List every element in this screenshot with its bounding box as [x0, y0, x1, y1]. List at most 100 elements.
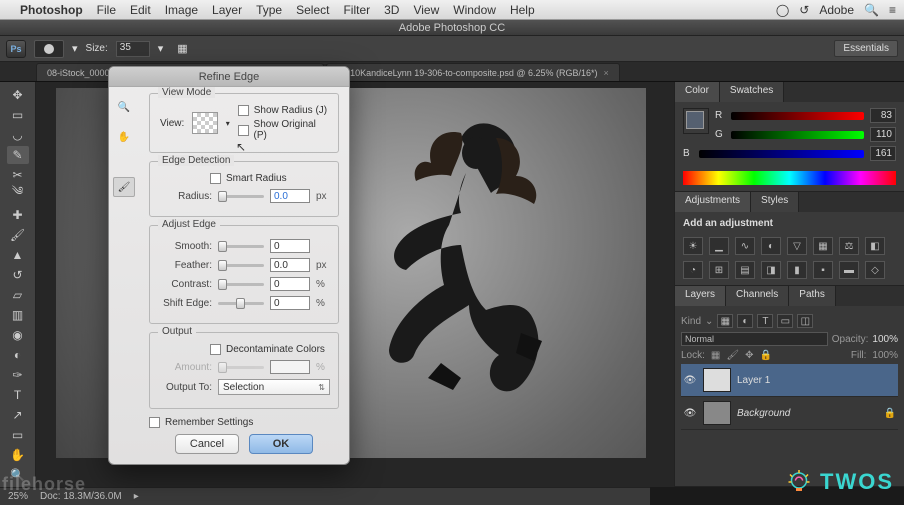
tab-layers[interactable]: Layers [675, 286, 726, 306]
levels-icon[interactable]: ▁ [709, 237, 729, 255]
filter-adj-icon[interactable]: ◐ [737, 314, 753, 328]
chevron-right-icon[interactable]: ▸ [134, 491, 139, 502]
layer-row[interactable]: 👁 Layer 1 [681, 364, 898, 397]
menu-select[interactable]: Select [296, 3, 329, 17]
filter-pixel-icon[interactable]: ▦ [717, 314, 733, 328]
type-tool-icon[interactable]: T [7, 386, 29, 404]
dodge-tool-icon[interactable]: ◐ [7, 346, 29, 364]
eyedropper-tool-icon[interactable]: ༄ [7, 186, 29, 204]
menu-help[interactable]: Help [510, 3, 535, 17]
invert-icon[interactable]: ◨ [761, 261, 781, 279]
color-lookup-icon[interactable]: ▤ [735, 261, 755, 279]
gradient-map-icon[interactable]: ▬ [839, 261, 859, 279]
smooth-input[interactable]: 0 [270, 239, 310, 253]
document-tab[interactable]: 09-10KandiceLynn 19-306-to-composite.psd… [326, 63, 620, 81]
tab-color[interactable]: Color [675, 82, 720, 102]
exposure-icon[interactable]: ◐ [761, 237, 781, 255]
curves-icon[interactable]: ∿ [735, 237, 755, 255]
g-slider[interactable] [731, 131, 864, 139]
layer-thumbnail[interactable] [703, 368, 731, 392]
menu-3d[interactable]: 3D [384, 3, 399, 17]
show-original-checkbox[interactable] [238, 125, 249, 136]
filter-smart-icon[interactable]: ◫ [797, 314, 813, 328]
tab-paths[interactable]: Paths [789, 286, 836, 306]
zoom-tool-icon[interactable]: 🔍 [113, 97, 135, 117]
radius-input[interactable]: 0.0 [270, 189, 310, 203]
opacity-value[interactable]: 100% [872, 334, 898, 345]
sync-icon[interactable]: ↺ [799, 3, 809, 17]
menu-image[interactable]: Image [165, 3, 198, 17]
tab-channels[interactable]: Channels [726, 286, 789, 306]
shape-tool-icon[interactable]: ▭ [7, 426, 29, 444]
move-tool-icon[interactable]: ✥ [7, 86, 29, 104]
quick-select-tool-icon[interactable]: ✎ [7, 146, 29, 164]
lasso-tool-icon[interactable]: ◡ [7, 126, 29, 144]
chevron-down-icon[interactable]: ▾ [72, 42, 78, 55]
g-value[interactable]: 110 [870, 127, 896, 142]
dialog-titlebar[interactable]: Refine Edge [109, 67, 349, 87]
pen-tool-icon[interactable]: ✑ [7, 366, 29, 384]
lock-transparency-icon[interactable]: ▦ [711, 350, 720, 361]
visibility-icon[interactable]: 👁 [683, 408, 697, 419]
cc-icon[interactable]: ◯ [776, 3, 789, 17]
gradient-tool-icon[interactable]: ▥ [7, 306, 29, 324]
layer-row[interactable]: 👁 Background 🔒 [681, 397, 898, 430]
color-spectrum[interactable] [683, 171, 896, 185]
chevron-down-icon[interactable]: ▾ [226, 119, 230, 128]
menu-filter[interactable]: Filter [343, 3, 370, 17]
spotlight-icon[interactable]: 🔍 [864, 3, 879, 17]
healing-tool-icon[interactable]: ✚ [7, 206, 29, 224]
vibrance-icon[interactable]: ▽ [787, 237, 807, 255]
marquee-tool-icon[interactable]: ▭ [7, 106, 29, 124]
menu-layer[interactable]: Layer [212, 3, 242, 17]
menu-edit[interactable]: Edit [130, 3, 151, 17]
view-mode-thumbnail[interactable] [192, 112, 217, 134]
hand-tool-icon[interactable]: ✋ [7, 446, 29, 464]
r-value[interactable]: 83 [870, 108, 896, 123]
ps-logo-icon[interactable]: Ps [6, 40, 26, 58]
menu-window[interactable]: Window [453, 3, 496, 17]
bw-icon[interactable]: ◧ [865, 237, 885, 255]
shift-edge-input[interactable]: 0 [270, 296, 310, 310]
lock-all-icon[interactable]: 🔒 [759, 350, 771, 361]
blur-tool-icon[interactable]: ◉ [7, 326, 29, 344]
threshold-icon[interactable]: ▪ [813, 261, 833, 279]
layer-thumbnail[interactable] [703, 401, 731, 425]
color-balance-icon[interactable]: ⚖ [839, 237, 859, 255]
menu-app-name[interactable]: Photoshop [20, 3, 83, 17]
menu-adobe-right[interactable]: Adobe [819, 3, 854, 17]
visibility-icon[interactable]: 👁 [683, 375, 697, 386]
ok-button[interactable]: OK [249, 434, 313, 454]
menu-view[interactable]: View [413, 3, 439, 17]
chevron-down-icon[interactable]: ▾ [158, 42, 164, 55]
show-radius-checkbox[interactable] [238, 105, 249, 116]
radius-slider[interactable] [218, 195, 264, 198]
b-value[interactable]: 161 [870, 146, 896, 161]
brush-size-input[interactable]: 35 [116, 41, 150, 57]
shift-edge-slider[interactable] [218, 302, 264, 305]
smart-radius-checkbox[interactable] [210, 173, 221, 184]
remember-settings-checkbox[interactable] [149, 417, 160, 428]
filter-type-icon[interactable]: T [757, 314, 773, 328]
cancel-button[interactable]: Cancel [175, 434, 239, 454]
hue-icon[interactable]: ▦ [813, 237, 833, 255]
stamp-tool-icon[interactable]: ▲ [7, 246, 29, 264]
menu-file[interactable]: File [97, 3, 116, 17]
layer-name[interactable]: Background [737, 408, 878, 419]
hand-tool-icon[interactable]: ✋ [113, 127, 135, 147]
path-tool-icon[interactable]: ↗ [7, 406, 29, 424]
menu-type[interactable]: Type [256, 3, 282, 17]
brush-panel-icon[interactable]: ▦ [177, 42, 187, 55]
brush-tool-icon[interactable]: 🖌 [7, 226, 29, 244]
decontaminate-checkbox[interactable] [210, 344, 221, 355]
layer-name[interactable]: Layer 1 [737, 375, 896, 386]
b-slider[interactable] [699, 150, 864, 158]
channel-mixer-icon[interactable]: ⊞ [709, 261, 729, 279]
feather-slider[interactable] [218, 264, 264, 267]
lock-pixels-icon[interactable]: 🖌 [726, 350, 739, 361]
eraser-tool-icon[interactable]: ▱ [7, 286, 29, 304]
contrast-input[interactable]: 0 [270, 277, 310, 291]
selective-color-icon[interactable]: ◇ [865, 261, 885, 279]
fill-value[interactable]: 100% [872, 350, 898, 361]
filter-shape-icon[interactable]: ▭ [777, 314, 793, 328]
